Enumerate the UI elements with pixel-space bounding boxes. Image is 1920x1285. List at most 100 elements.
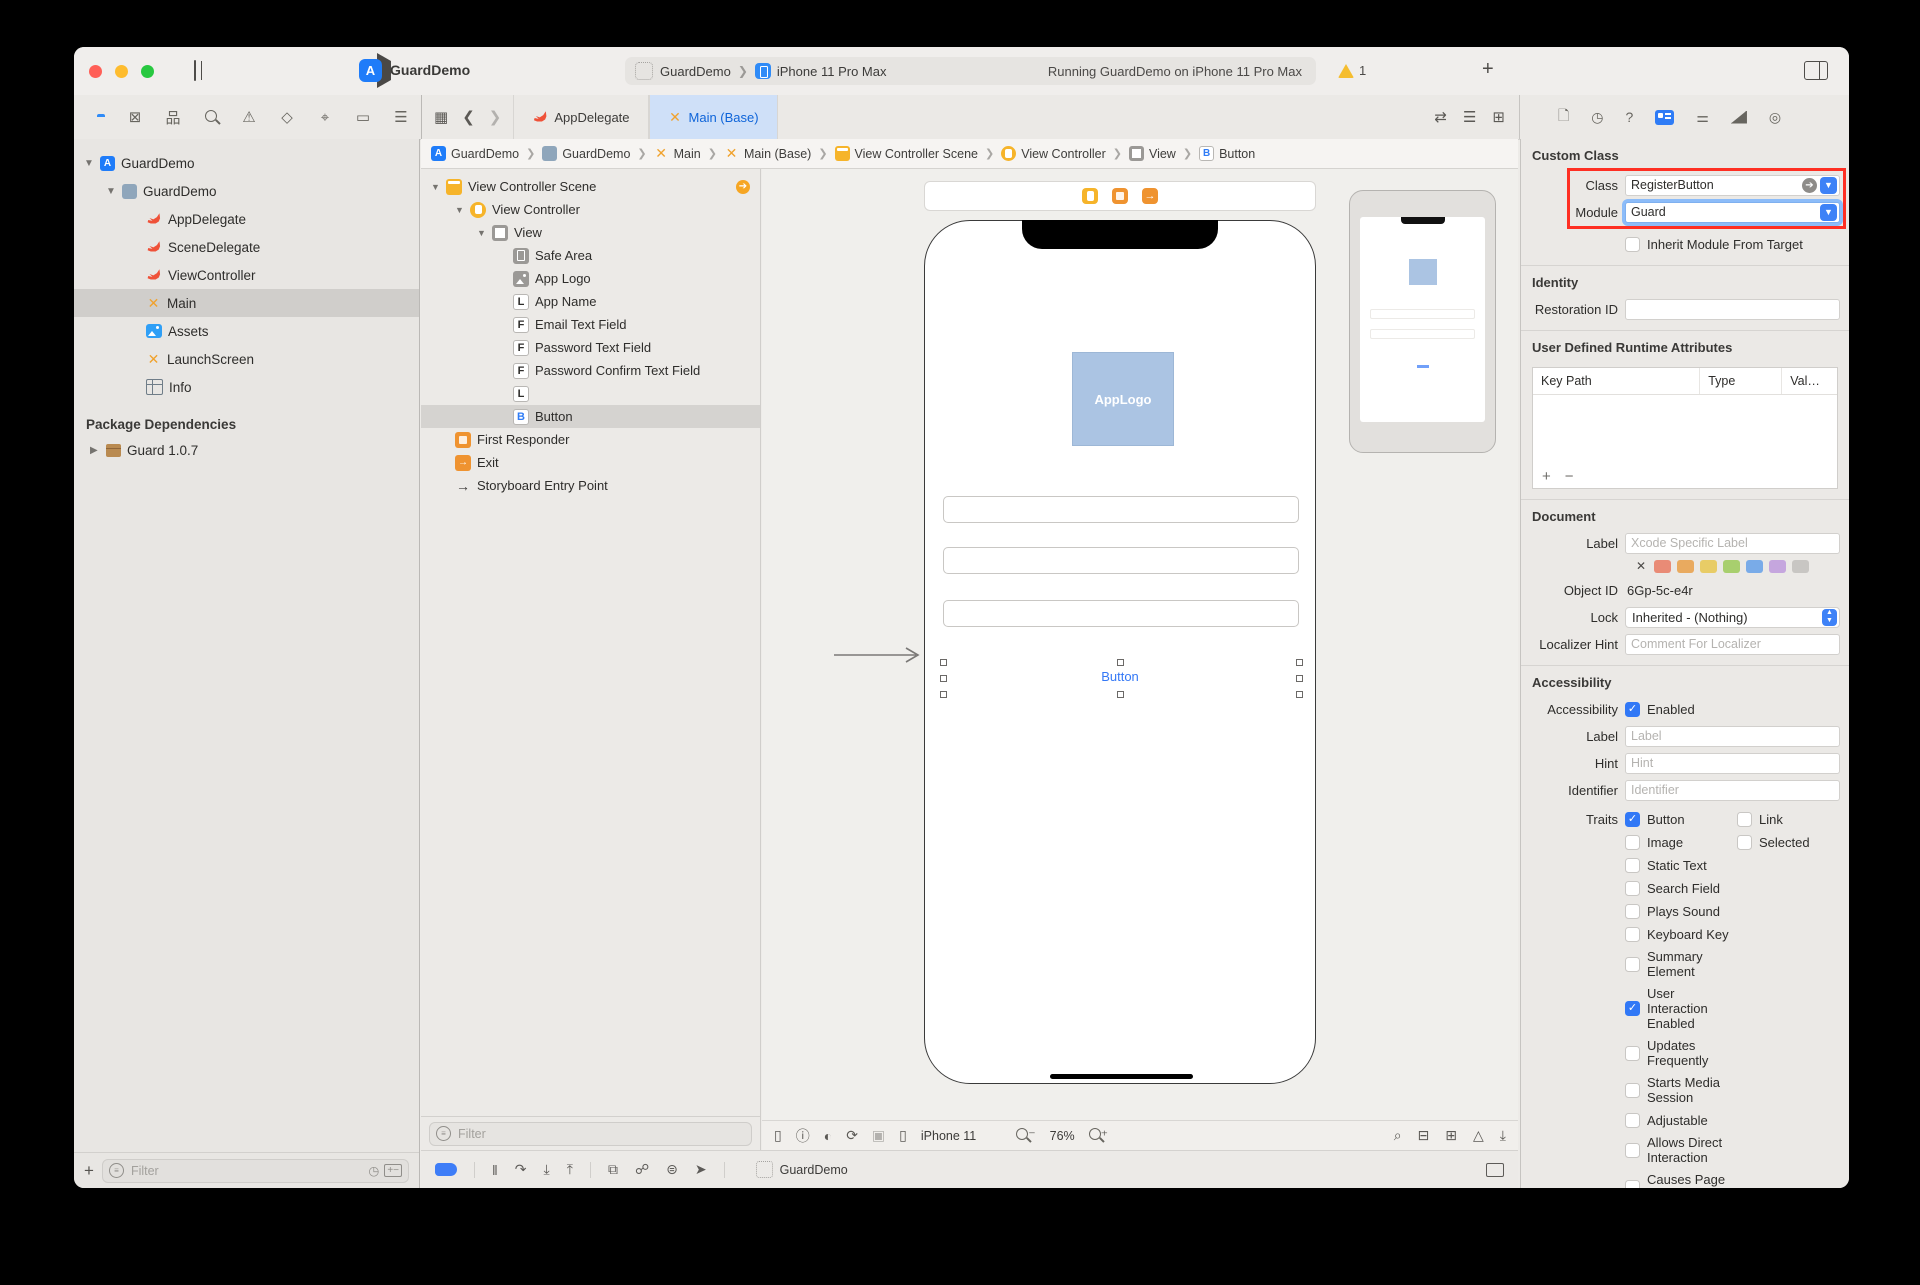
storyboard-canvas[interactable]: AppLogo Button [762,169,1518,1120]
toggle-inspector-icon[interactable] [1804,61,1828,80]
step-into-icon[interactable]: ⤓ [544,1161,550,1178]
email-text-field[interactable] [943,496,1299,523]
simulate-location-icon[interactable]: ➤ [695,1161,707,1178]
device-icon[interactable]: ▯ [899,1127,907,1144]
test-navigator-icon[interactable]: ◇ [278,108,296,126]
remove-attribute-button[interactable]: − [1565,468,1574,485]
ax-label-input[interactable] [1626,729,1839,743]
ax-hint-field[interactable] [1625,753,1840,774]
localizer-hint-input[interactable] [1626,637,1839,651]
breadcrumb-view-controller[interactable]: View Controller [1001,146,1106,161]
nav-item-viewcontroller[interactable]: ViewController [74,261,419,289]
first-responder-dock-icon[interactable] [1112,188,1128,204]
issue-navigator-icon[interactable]: ⚠ [240,108,258,126]
nav-item-group[interactable]: ▼GuardDemo [74,177,419,205]
ax-identifier-field[interactable] [1625,780,1840,801]
trait-plays-sound-checkbox[interactable] [1625,904,1640,919]
help-inspector-icon[interactable]: ? [1625,109,1633,125]
outline-scene[interactable]: ▼View Controller Scene➔ [421,175,760,198]
toggle-navigator-icon[interactable] [183,59,207,83]
outline-safe-area[interactable]: Safe Area [421,244,760,267]
device-bar-button[interactable]: iPhone 11 [921,1129,976,1143]
identity-inspector-icon[interactable] [1655,110,1674,125]
memory-graph-icon[interactable]: ☍ [635,1161,649,1178]
breadcrumb-button[interactable]: BButton [1199,146,1255,161]
class-field[interactable]: ➔ ▼ [1625,175,1840,196]
nav-item-guard-package[interactable]: ▶Guard 1.0.7 [74,436,419,464]
outline-view[interactable]: ▼View [421,221,760,244]
outline-first-responder[interactable]: First Responder [421,428,760,451]
trait-button-checkbox[interactable] [1625,812,1640,827]
color-swatch-orange[interactable] [1677,560,1694,573]
run-destination[interactable]: iPhone 11 Pro Max [777,64,887,79]
outline-password-confirm-field[interactable]: FPassword Confirm Text Field [421,359,760,382]
minimize-window-button[interactable] [115,65,128,78]
stop-run-button[interactable] [316,59,340,83]
jump-to-class-icon[interactable]: ➔ [1802,178,1817,193]
zoom-window-button[interactable] [141,65,154,78]
outline-filter-field[interactable]: ≡ [429,1122,752,1146]
breadcrumb-storyboard[interactable]: ✕Main [654,146,701,161]
ax-hint-input[interactable] [1626,756,1839,770]
nav-item-appdelegate[interactable]: AppDelegate [74,205,419,233]
navigator-filter-input[interactable] [129,1163,363,1179]
environment-overrides-icon[interactable]: ⊜ [666,1161,678,1178]
add-editor-icon[interactable]: ⊞ [1492,108,1505,126]
selection-handle[interactable] [1117,659,1124,666]
breadcrumb-group[interactable]: GuardDemo [542,146,630,161]
clear-color-button[interactable]: ✕ [1636,559,1646,573]
library-add-button[interactable]: + [1482,58,1494,81]
size-inspector-icon[interactable] [1731,111,1747,124]
connections-inspector-icon[interactable]: ◎ [1769,109,1781,126]
debug-area-toggle[interactable] [1486,1163,1504,1177]
embed-icon[interactable]: ⤓ [1500,1127,1506,1144]
code-review-icon[interactable]: ⇄ [1434,108,1447,126]
lock-stepper-icon[interactable]: ▲▼ [1822,609,1837,626]
scheme-name[interactable]: GuardDemo [660,64,731,79]
zoom-out-icon[interactable]: ⁻ [1016,1127,1035,1144]
document-label-input[interactable] [1626,536,1839,550]
inherit-module-checkbox[interactable] [1625,237,1640,252]
source-control-navigator-icon[interactable]: ⊠ [126,108,144,126]
trait-user-interaction-checkbox[interactable] [1625,1001,1640,1016]
outline-app-logo[interactable]: App Logo [421,267,760,290]
selection-handle[interactable] [1296,691,1303,698]
color-swatch-yellow[interactable] [1700,560,1717,573]
breadcrumb-storyboard-base[interactable]: ✕Main (Base) [724,146,811,161]
outline-button[interactable]: BButton [421,405,760,428]
nav-item-assets[interactable]: Assets [74,317,419,345]
trait-adjustable-checkbox[interactable] [1625,1113,1640,1128]
related-items-icon[interactable]: ▦ [434,108,448,126]
color-swatch-red[interactable] [1654,560,1671,573]
nav-item-project[interactable]: ▼AGuardDemo [74,149,419,177]
selection-handle[interactable] [1296,659,1303,666]
restoration-id-field[interactable] [1625,299,1840,320]
ax-identifier-input[interactable] [1626,783,1839,797]
app-logo-image-view[interactable]: AppLogo [1072,352,1174,446]
trait-direct-interaction-checkbox[interactable] [1625,1143,1640,1158]
color-swatch-blue[interactable] [1746,560,1763,573]
selection-handle[interactable] [940,691,947,698]
view-hierarchy-icon[interactable]: ⧉ [608,1161,618,1178]
recent-files-icon[interactable]: ◷ [368,1163,379,1178]
color-swatch-green[interactable] [1723,560,1740,573]
find-navigator-icon[interactable] [202,109,220,126]
update-frames-icon[interactable]: ⌕ [1394,1127,1402,1144]
outline-empty-label[interactable]: L [421,382,760,405]
warning-count-button[interactable]: 1 [1338,63,1366,78]
class-dropdown-icon[interactable]: ▼ [1820,177,1837,194]
zoom-level[interactable]: 76% [1050,1129,1075,1143]
toggle-outline-icon[interactable]: ▯ [774,1127,782,1144]
step-out-icon[interactable]: ⤒ [567,1161,573,1178]
color-swatch-purple[interactable] [1769,560,1786,573]
zoom-in-icon[interactable]: ⁺ [1089,1127,1108,1144]
class-input[interactable] [1626,178,1802,192]
document-label-field[interactable] [1625,533,1840,554]
debug-process-selector[interactable]: GuardDemo [756,1161,848,1178]
view-controller-dock-icon[interactable] [1082,188,1098,204]
forward-button[interactable]: ❯ [489,108,502,126]
filter-scope-icon[interactable]: +− [384,1164,402,1177]
nav-item-launchscreen[interactable]: ✕LaunchScreen [74,345,419,373]
lock-popup[interactable]: Inherited - (Nothing) ▲▼ [1625,607,1840,628]
add-constraints-icon[interactable]: ⊞ [1445,1127,1457,1144]
